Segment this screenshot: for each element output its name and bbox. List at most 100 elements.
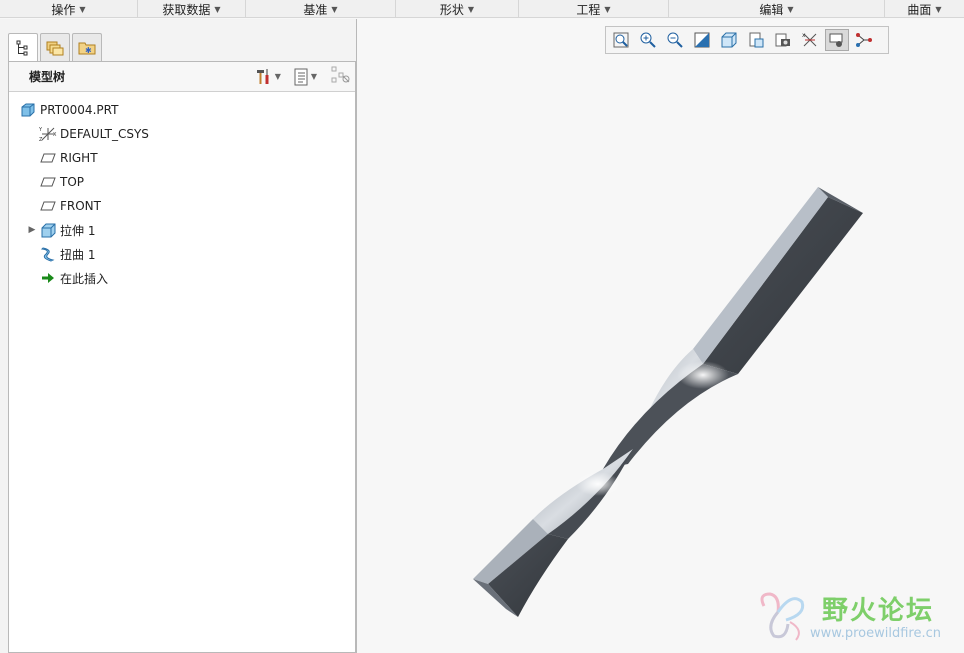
ribbon-group-label: 获取数据 bbox=[162, 2, 211, 17]
tree-item-csys[interactable]: YZ X DEFAULT_CSYS bbox=[19, 122, 149, 146]
tree-item-extrude[interactable]: ▶ 拉伸 1 bbox=[19, 218, 149, 242]
tree-item-top-plane[interactable]: TOP bbox=[19, 170, 149, 194]
tree-item-label: TOP bbox=[60, 175, 85, 189]
repaint-icon bbox=[694, 32, 710, 48]
ribbon-group-label: 基准 bbox=[303, 2, 328, 17]
chevron-down-icon: ▼ bbox=[331, 4, 338, 14]
ribbon-group-label: 工程 bbox=[576, 2, 601, 17]
folder-browser-icon bbox=[46, 41, 64, 55]
svg-text:X: X bbox=[53, 132, 57, 138]
saved-views-icon bbox=[749, 32, 764, 48]
model-tree-tools: ▼ ▼ bbox=[255, 66, 351, 87]
chevron-down-icon: ▼ bbox=[467, 4, 475, 14]
spin-center-button[interactable] bbox=[852, 29, 876, 51]
chevron-down-icon: ▼ bbox=[787, 4, 794, 14]
tree-item-label: FRONT bbox=[60, 199, 101, 213]
ribbon-group-editing[interactable]: 编辑 ▼ bbox=[669, 0, 885, 18]
tree-filter-icon bbox=[331, 66, 350, 83]
twisted-bar-model bbox=[473, 187, 863, 617]
ribbon-group-get-data[interactable]: 获取数据 ▼ bbox=[138, 0, 246, 18]
chevron-down-icon: ▼ bbox=[79, 4, 86, 14]
tree-item-label: DEFAULT_CSYS bbox=[60, 127, 149, 141]
forum-watermark: 野火论坛 www.proewildfire.cn bbox=[752, 586, 962, 646]
watermark-title: 野火论坛 bbox=[822, 596, 935, 626]
spin-center-icon bbox=[856, 33, 872, 47]
graphics-viewport[interactable] bbox=[358, 19, 964, 653]
view-manager-icon bbox=[775, 33, 790, 47]
ribbon-group-datum[interactable]: 基准 ▼ bbox=[246, 0, 396, 18]
model-tree-panel: 模型树 ▼ ▼ PRT0004.PRT Y Z X DEFAULT_CSYS R… bbox=[8, 61, 356, 653]
ribbon-group-label: 曲面 bbox=[907, 2, 932, 17]
chevron-down-icon: ▼ bbox=[935, 4, 942, 14]
chevron-down-icon: ▼ bbox=[274, 72, 281, 81]
tree-item-label: PRT0004.PRT bbox=[40, 103, 119, 117]
expand-triangle-icon[interactable]: ▶ bbox=[25, 225, 39, 235]
csys-icon: YZ X bbox=[39, 126, 57, 142]
navigator-panel: ✱ 模型树 ▼ ▼ PRT0004.PRT Y Z X DEFAULT_CSYS… bbox=[0, 19, 357, 653]
tree-item-label: 扭曲 1 bbox=[60, 247, 96, 262]
annotation-display-button[interactable] bbox=[825, 29, 849, 51]
tree-item-part[interactable]: PRT0004.PRT bbox=[19, 98, 149, 122]
tab-model-tree[interactable] bbox=[8, 33, 38, 62]
hammer-screwdriver-icon bbox=[256, 68, 269, 84]
settings-tools-button[interactable]: ▼ bbox=[255, 68, 281, 86]
saved-orientations-button[interactable] bbox=[744, 29, 768, 51]
view-manager-button[interactable] bbox=[771, 29, 795, 51]
tab-favorites[interactable]: ✱ bbox=[72, 33, 102, 61]
ribbon-group-operations[interactable]: 操作 ▼ bbox=[0, 0, 138, 18]
ribbon-group-shapes[interactable]: 形状 ▼ bbox=[396, 0, 519, 18]
twist-icon bbox=[39, 246, 57, 262]
display-style-button[interactable] bbox=[717, 29, 741, 51]
svg-text:Z: Z bbox=[39, 137, 43, 142]
svg-text:✱: ✱ bbox=[85, 46, 92, 55]
show-options-button[interactable]: ▼ bbox=[293, 68, 317, 86]
graphics-toolbar: x bbox=[605, 26, 889, 54]
chevron-down-icon: ▼ bbox=[604, 4, 611, 14]
ribbon-group-engineering[interactable]: 工程 ▼ bbox=[519, 0, 669, 18]
tree-item-twist[interactable]: 扭曲 1 bbox=[19, 242, 149, 266]
refit-button[interactable] bbox=[609, 29, 633, 51]
tree-item-label: 拉伸 1 bbox=[60, 223, 96, 238]
tree-item-label: 在此插入 bbox=[60, 271, 109, 286]
shaded-cube-icon bbox=[721, 32, 737, 48]
extrude-icon bbox=[39, 222, 57, 238]
zoom-in-icon bbox=[640, 32, 656, 48]
list-document-icon bbox=[294, 68, 308, 85]
tree-item-label: RIGHT bbox=[60, 151, 98, 165]
ribbon-group-label: 形状 bbox=[439, 2, 464, 17]
datum-plane-icon bbox=[39, 174, 57, 190]
model-tree-list: PRT0004.PRT YZ X DEFAULT_CSYS RIGHT TOP F… bbox=[19, 98, 149, 290]
datum-plane-icon bbox=[39, 150, 57, 166]
datum-display-button[interactable]: x bbox=[798, 29, 822, 51]
forum-logo-icon bbox=[760, 592, 805, 641]
svg-text:x: x bbox=[802, 32, 806, 39]
zoom-out-icon bbox=[667, 32, 683, 48]
datum-plane-icon bbox=[39, 198, 57, 214]
part-icon bbox=[19, 102, 37, 118]
chevron-down-icon: ▼ bbox=[310, 72, 317, 81]
app-window: 操作 ▼ 获取数据 ▼ 基准 ▼ 形状 ▼ 工程 ▼ 编辑 ▼ 曲面 ▼ ✱ 模型树 bbox=[0, 0, 964, 653]
insert-here-arrow-icon bbox=[39, 270, 57, 286]
tree-filter-button[interactable] bbox=[331, 66, 351, 87]
ribbon-group-surfaces[interactable]: 曲面 ▼ bbox=[885, 0, 964, 18]
ribbon-group-label: 编辑 bbox=[759, 2, 784, 17]
model-tree-icon bbox=[16, 40, 28, 56]
zoom-out-button[interactable] bbox=[663, 29, 687, 51]
annotation-display-icon bbox=[829, 33, 843, 47]
navigator-tabs: ✱ bbox=[8, 33, 104, 62]
tree-item-right-plane[interactable]: RIGHT bbox=[19, 146, 149, 170]
ribbon-group-label: 操作 bbox=[51, 2, 76, 17]
tab-folder-browser[interactable] bbox=[40, 33, 70, 61]
svg-text:Y: Y bbox=[39, 127, 43, 133]
favorites-folder-icon: ✱ bbox=[78, 42, 96, 55]
chevron-down-icon: ▼ bbox=[214, 4, 221, 14]
datum-display-icon: x bbox=[802, 32, 817, 47]
ribbon-group-bar: 操作 ▼ 获取数据 ▼ 基准 ▼ 形状 ▼ 工程 ▼ 编辑 ▼ 曲面 ▼ bbox=[0, 0, 964, 18]
model-tree-header: 模型树 ▼ ▼ bbox=[9, 62, 355, 92]
tree-item-insert-here[interactable]: 在此插入 bbox=[19, 266, 149, 290]
zoom-in-button[interactable] bbox=[636, 29, 660, 51]
repaint-button[interactable] bbox=[690, 29, 714, 51]
tree-item-front-plane[interactable]: FRONT bbox=[19, 194, 149, 218]
refit-icon bbox=[613, 32, 629, 48]
watermark-url: www.proewildfire.cn bbox=[810, 626, 941, 641]
